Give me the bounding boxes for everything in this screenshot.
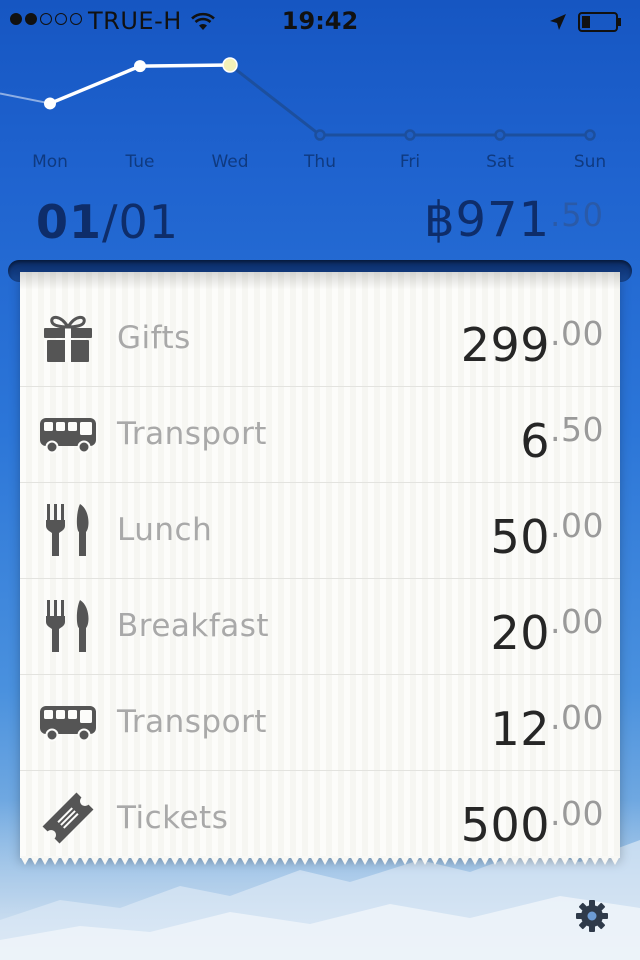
torn-edge-path: [20, 856, 620, 865]
day-label-mon[interactable]: Mon: [20, 152, 80, 172]
day-label-thu[interactable]: Thu: [290, 152, 350, 172]
status-bar: TRUE-H 19:42: [0, 0, 640, 40]
receipt-torn-edge: [20, 856, 620, 865]
total-cents: .50: [550, 196, 604, 234]
date-month: 01: [118, 195, 180, 249]
graph-point-sat[interactable]: [494, 129, 506, 141]
currency-symbol: ฿: [423, 192, 456, 248]
graph-line-segment: [139, 63, 231, 68]
graph-point-tue[interactable]: [134, 60, 146, 73]
amount-cents: .00: [550, 314, 604, 353]
graph-point-fri[interactable]: [404, 129, 416, 141]
amount-whole: 50: [490, 510, 551, 564]
bus-icon: [40, 406, 96, 462]
date-separator: /: [102, 195, 119, 249]
graph-line-segment: [49, 64, 141, 106]
amount-whole: 500: [460, 798, 551, 852]
ticket-icon: [40, 790, 96, 846]
amount-cents: .00: [550, 602, 604, 641]
expense-category-label: Lunch: [117, 512, 213, 548]
expense-amount: 20.00: [490, 602, 604, 660]
graph-line-segment: [229, 63, 321, 137]
expense-row[interactable]: Tickets 500.00: [20, 770, 620, 866]
fork-knife-icon: [40, 598, 96, 654]
amount-whole: 20: [490, 606, 551, 660]
fork-knife-icon: [40, 502, 96, 558]
amount-whole: 299: [460, 318, 551, 372]
amount-cents: .00: [550, 506, 604, 545]
day-label-fri[interactable]: Fri: [380, 152, 440, 172]
expense-receipt: Gifts 299.00 Transport 6.50 Lunch 50.00 Breakf…: [20, 272, 620, 858]
expense-row[interactable]: Gifts 299.00: [20, 290, 620, 387]
expense-category-label: Transport: [117, 704, 267, 740]
expense-amount: 299.00: [461, 314, 604, 372]
graph-point-mon[interactable]: [44, 97, 56, 110]
day-labels: Mon Tue Wed Thu Fri Sat Sun: [0, 152, 640, 174]
battery-icon: [578, 10, 622, 32]
receipt-top-shadow: [20, 272, 620, 290]
day-label-wed[interactable]: Wed: [200, 152, 260, 172]
gear-icon[interactable]: [574, 898, 610, 934]
day-label-tue[interactable]: Tue: [110, 152, 170, 172]
expense-amount: 6.50: [520, 410, 604, 468]
expense-category-label: Transport: [117, 416, 267, 452]
total-whole: 971: [455, 192, 551, 248]
graph-point-wed[interactable]: [222, 57, 238, 73]
expense-row[interactable]: Transport 6.50: [20, 386, 620, 483]
graph-line-lead: [0, 92, 51, 105]
amount-whole: 12: [490, 702, 551, 756]
expense-amount: 500.00: [461, 794, 604, 852]
amount-cents: .50: [550, 410, 604, 449]
date-day: 01: [36, 195, 103, 249]
selected-date[interactable]: 01/01: [36, 195, 179, 249]
expense-row[interactable]: Lunch 50.00: [20, 482, 620, 579]
expense-row[interactable]: Transport 12.00: [20, 674, 620, 771]
expense-category-label: Breakfast: [117, 608, 270, 644]
expense-row[interactable]: Breakfast 20.00: [20, 578, 620, 675]
day-label-sat[interactable]: Sat: [470, 152, 530, 172]
amount-cents: .00: [550, 698, 604, 737]
gift-icon: [40, 310, 96, 366]
expense-category-label: Tickets: [117, 800, 229, 836]
clock: 19:42: [281, 7, 359, 35]
expense-amount: 12.00: [490, 698, 604, 756]
graph-point-sun[interactable]: [584, 129, 596, 141]
expense-category-label: Gifts: [117, 320, 191, 356]
location-arrow-icon: [548, 10, 568, 38]
daily-total: ฿971.50: [424, 192, 604, 248]
bus-icon: [40, 694, 96, 750]
day-label-sun[interactable]: Sun: [560, 152, 620, 172]
expense-amount: 50.00: [490, 506, 604, 564]
graph-point-thu[interactable]: [314, 129, 326, 141]
amount-cents: .00: [550, 794, 604, 833]
amount-whole: 6: [520, 414, 551, 468]
